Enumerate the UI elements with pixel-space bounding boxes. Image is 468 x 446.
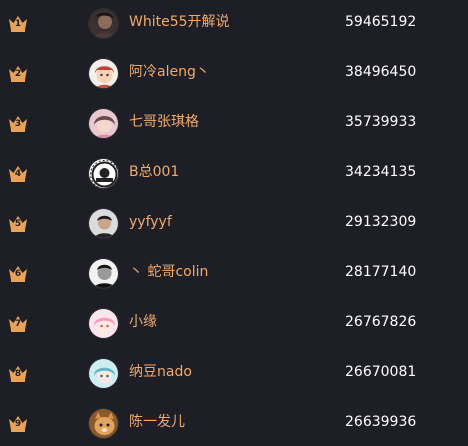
player-name[interactable]: 陈一发儿 [129, 413, 185, 431]
rank-number: 2 [14, 69, 22, 79]
leaderboard-row: 3 七哥张琪格 35739933 [0, 100, 468, 150]
player-score: 26767826 [345, 314, 417, 330]
avatar[interactable] [88, 408, 119, 439]
rank-number: 8 [14, 369, 22, 379]
crown-icon: 9 [7, 412, 29, 434]
player-score: 38496450 [345, 64, 417, 80]
player-name[interactable]: 七哥张琪格 [129, 113, 199, 131]
crown-icon: 5 [7, 212, 29, 234]
crown-icon: 4 [7, 162, 29, 184]
rank-number: 3 [14, 119, 22, 129]
crown-icon: 6 [7, 262, 29, 284]
rank-number: 6 [14, 269, 22, 279]
player-name[interactable]: 小缘 [129, 313, 157, 331]
leaderboard-row: 7 小缘 26767826 [0, 300, 468, 350]
avatar[interactable] [88, 108, 119, 139]
player-score: 35739933 [345, 114, 417, 130]
leaderboard-row: 9 陈一发儿 26639936 [0, 400, 468, 446]
leaderboard-row: 6 丶 蛇哥colin 28177140 [0, 250, 468, 300]
player-name[interactable]: 纳豆nado [129, 363, 192, 381]
player-score: 28177140 [345, 264, 417, 280]
leaderboard-row: 1 White55开解说 59465192 [0, 0, 468, 50]
avatar[interactable] [88, 208, 119, 239]
avatar[interactable] [88, 8, 119, 39]
player-name[interactable]: 丶 蛇哥colin [129, 263, 208, 281]
player-name[interactable]: 阿冷aleng丶 [129, 63, 210, 81]
leaderboard-row: 8 纳豆nado 26670081 [0, 350, 468, 400]
leaderboard-row: 4 B总001 34234135 [0, 150, 468, 200]
player-score: 34234135 [345, 164, 417, 180]
player-score: 26639936 [345, 414, 417, 430]
player-name[interactable]: White55开解说 [129, 13, 230, 31]
leaderboard-row: 5 yyfyyf 29132309 [0, 200, 468, 250]
crown-icon: 3 [7, 112, 29, 134]
leaderboard: 1 White55开解说 59465192 2 阿冷aleng丶 3849645… [0, 0, 468, 446]
avatar[interactable] [88, 358, 119, 389]
crown-icon: 8 [7, 362, 29, 384]
player-name[interactable]: yyfyyf [129, 213, 172, 231]
crown-icon: 2 [7, 62, 29, 84]
avatar[interactable] [88, 58, 119, 89]
player-score: 59465192 [345, 14, 417, 30]
player-score: 26670081 [345, 364, 417, 380]
player-name[interactable]: B总001 [129, 163, 179, 181]
rank-number: 7 [14, 319, 22, 329]
avatar[interactable] [88, 308, 119, 339]
rank-number: 4 [14, 169, 22, 179]
avatar[interactable] [88, 258, 119, 289]
crown-icon: 7 [7, 312, 29, 334]
player-score: 29132309 [345, 214, 417, 230]
rank-number: 1 [14, 19, 22, 29]
leaderboard-row: 2 阿冷aleng丶 38496450 [0, 50, 468, 100]
rank-number: 9 [14, 419, 22, 429]
crown-icon: 1 [7, 12, 29, 34]
avatar[interactable] [88, 158, 119, 189]
rank-number: 5 [14, 219, 22, 229]
